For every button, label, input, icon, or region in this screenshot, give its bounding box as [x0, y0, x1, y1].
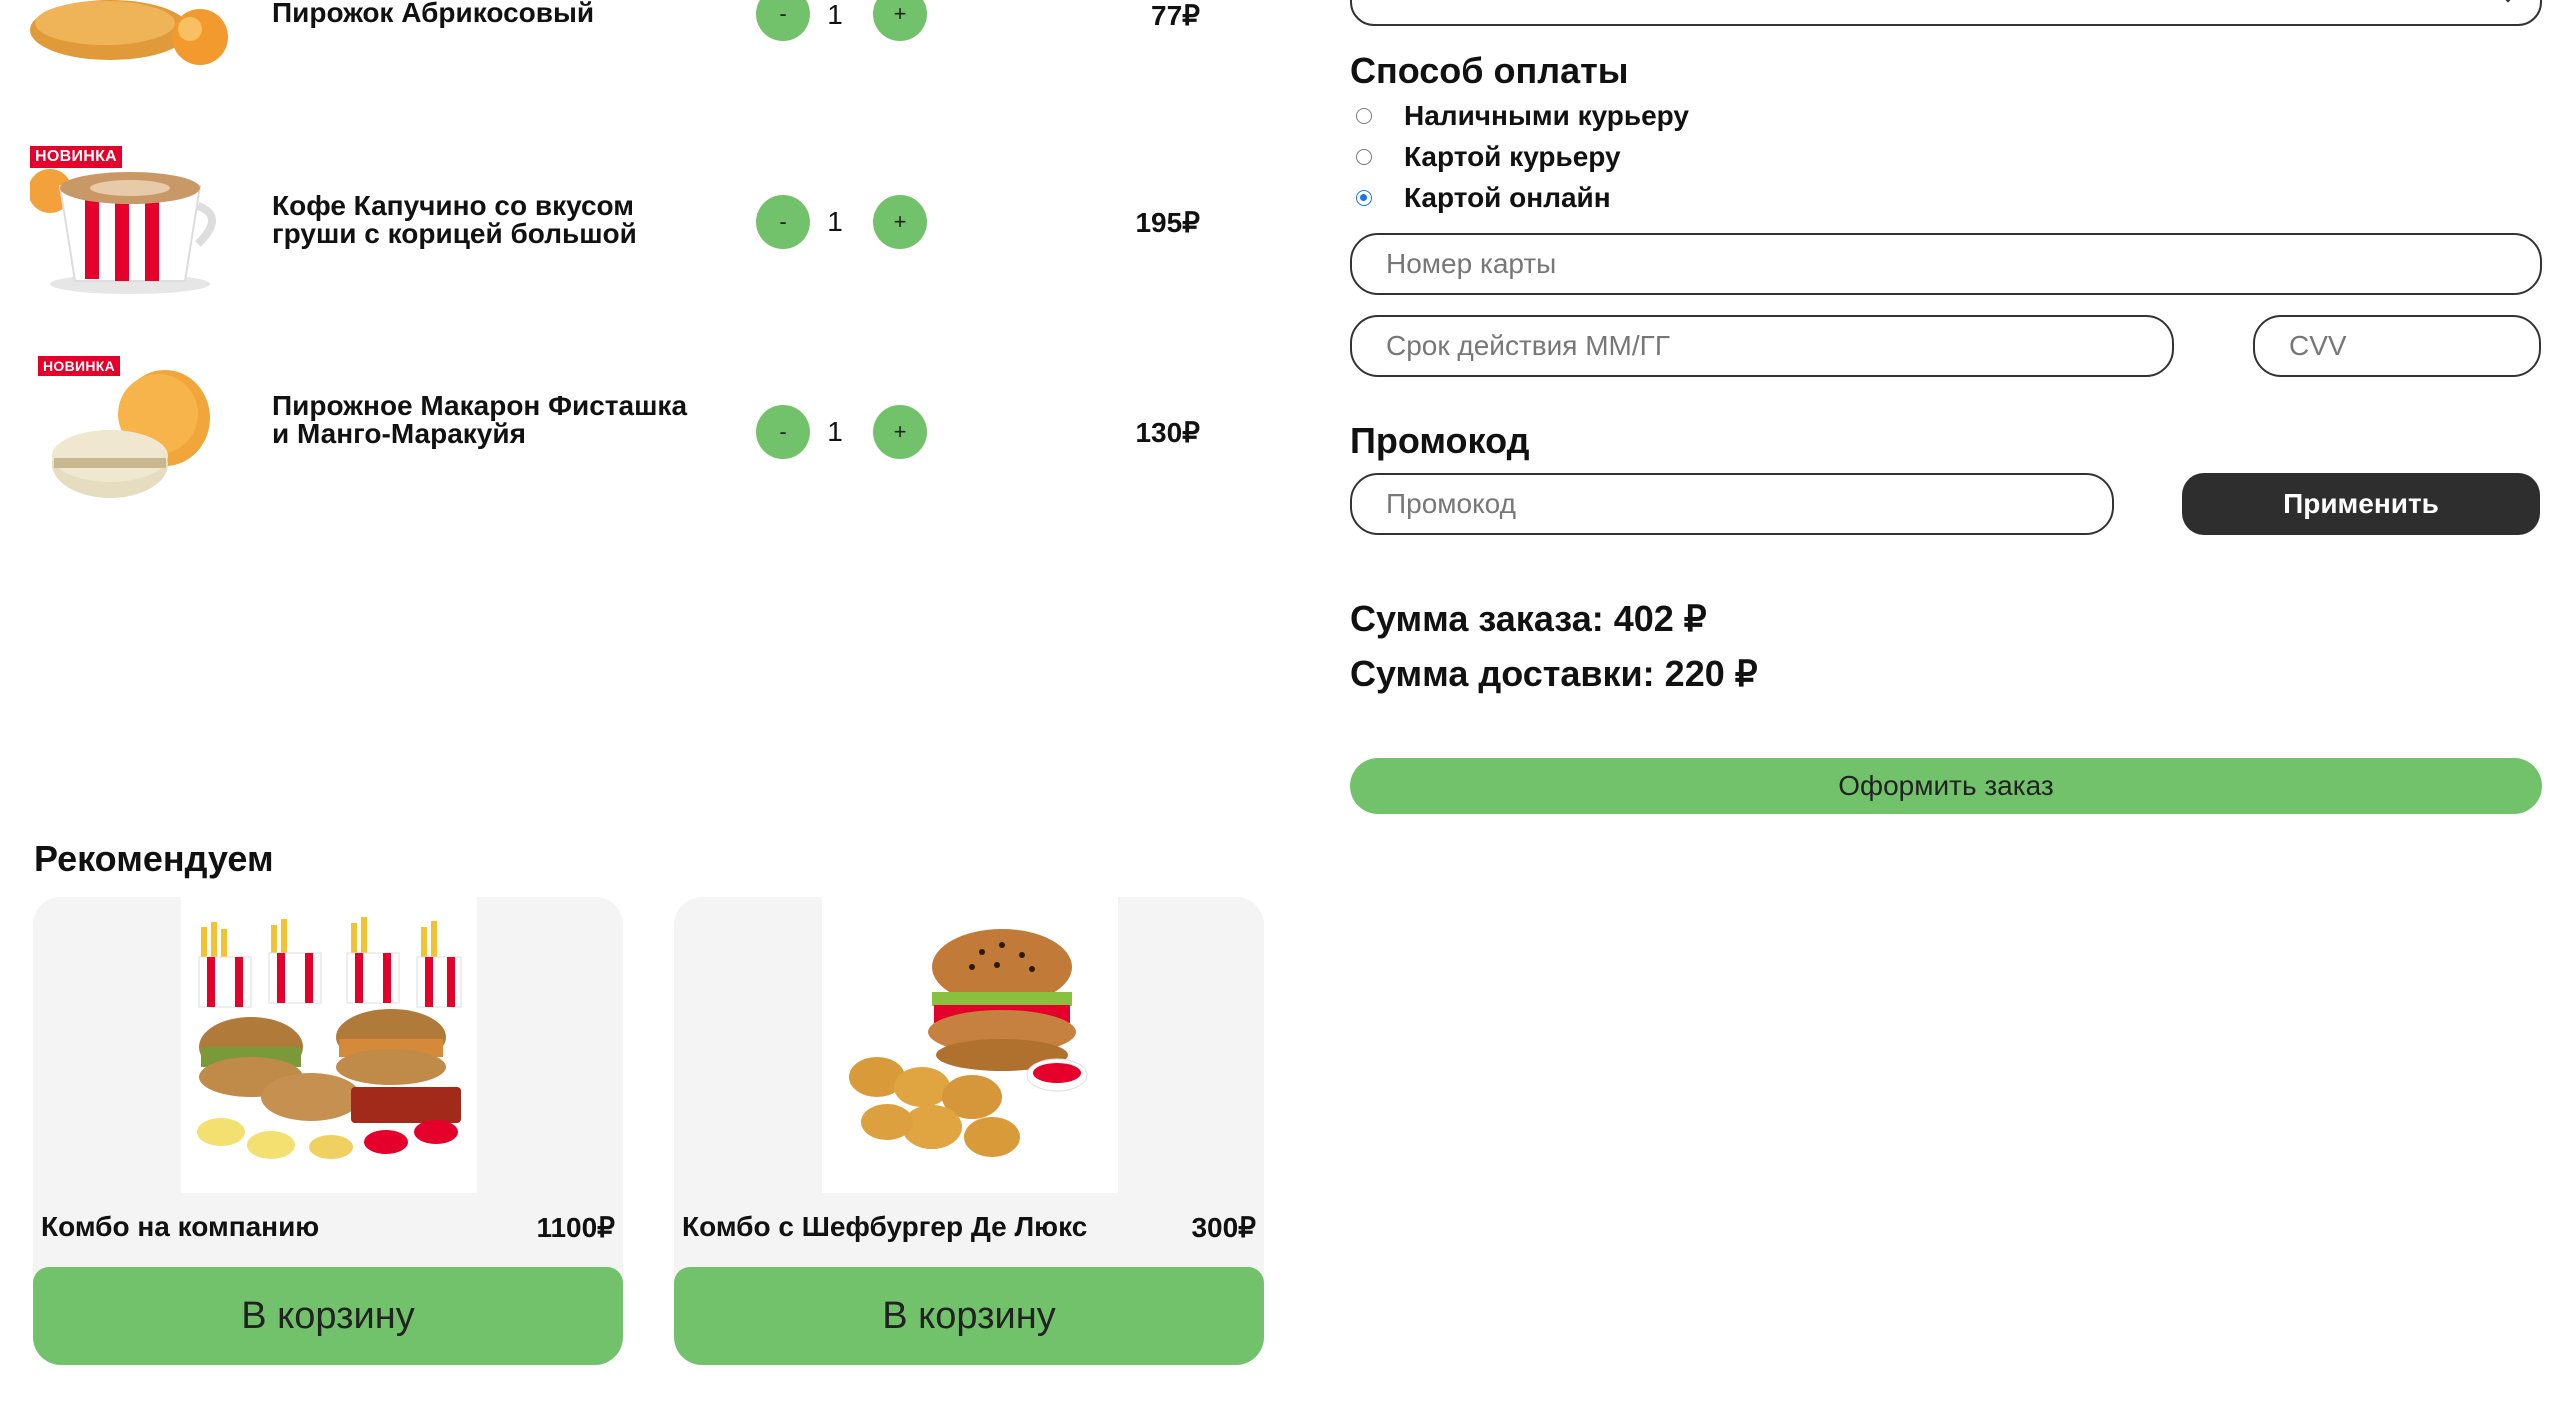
item-name: Пирожное Макарон Фисташка и Манго-Мараку… [272, 390, 688, 449]
qty-value: 1 [827, 0, 843, 30]
combo-company-image [181, 897, 477, 1193]
chevron-down-icon [2499, 0, 2517, 3]
item-name: Пирожок Абрикосовый [272, 0, 595, 28]
delivery-sum: Сумма доставки: 220 ₽ [1350, 653, 1758, 694]
cart-item: НОВИНКА Кофе Капучино со вкусом груши с … [30, 146, 1200, 296]
radio-button[interactable] [1356, 149, 1372, 165]
recommend-name: Комбо с Шефбургер Де Люкс [682, 1211, 1088, 1242]
radio-label: Наличными курьеру [1404, 100, 1689, 131]
recommend-price: 1100₽ [536, 1212, 615, 1243]
qty-value: 1 [827, 206, 843, 237]
new-badge: НОВИНКА [38, 356, 121, 376]
card-expiry-input[interactable] [1350, 315, 2174, 377]
radio-label: Картой курьеру [1404, 141, 1621, 172]
cart-item: Пирожок Абрикосовый - 1 + 77₽ [30, 0, 1200, 75]
item-price: 195₽ [1135, 207, 1200, 238]
increase-qty-button[interactable]: + [873, 405, 927, 459]
decrease-qty-button[interactable]: - [756, 0, 810, 41]
macaron-image: НОВИНКА [30, 356, 230, 506]
recommend-price: 300₽ [1191, 1212, 1256, 1243]
payment-option-card-courier[interactable]: Картой курьеру [1356, 139, 1621, 175]
increase-qty-button[interactable]: + [873, 195, 927, 249]
promo-title: Промокод [1350, 420, 1530, 461]
radio-label: Картой онлайн [1404, 182, 1611, 213]
checkout-button[interactable]: Оформить заказ [1350, 758, 2542, 814]
order-sum: Сумма заказа: 402 ₽ [1350, 598, 1707, 639]
payment-title: Способ оплаты [1350, 50, 1629, 91]
payment-option-cash[interactable]: Наличными курьеру [1356, 98, 1689, 134]
add-to-cart-button[interactable]: В корзину [33, 1267, 623, 1365]
recommend-card: Комбо на компанию 1100₽ В корзину [33, 897, 623, 1365]
item-name: Кофе Капучино со вкусом груши с корицей … [272, 190, 637, 249]
cappuccino-cup-image: НОВИНКА [30, 146, 230, 296]
payment-option-card-online[interactable]: Картой онлайн [1356, 180, 1611, 216]
recommend-name: Комбо на компанию [41, 1211, 320, 1242]
increase-qty-button[interactable]: + [873, 0, 927, 41]
add-to-cart-button[interactable]: В корзину [674, 1267, 1264, 1365]
apricot-pie-image [30, 0, 230, 75]
recommend-card: Комбо с Шефбургер Де Люкс 300₽ В корзину [674, 897, 1264, 1365]
card-cvv-input[interactable] [2253, 315, 2541, 377]
item-price: 77₽ [1151, 0, 1200, 31]
delivery-address-select[interactable] [1350, 0, 2542, 26]
radio-button[interactable] [1356, 108, 1372, 124]
qty-value: 1 [827, 416, 843, 447]
decrease-qty-button[interactable]: - [756, 405, 810, 459]
decrease-qty-button[interactable]: - [756, 195, 810, 249]
promo-code-input[interactable] [1350, 473, 2114, 535]
cart-item: НОВИНКА Пирожное Макарон Фисташка и Манг… [30, 356, 1200, 506]
combo-chefburger-image [822, 897, 1118, 1193]
recommend-title: Рекомендуем [34, 838, 274, 879]
radio-button-checked[interactable] [1356, 190, 1372, 206]
new-badge: НОВИНКА [30, 146, 123, 168]
apply-promo-button[interactable]: Применить [2182, 473, 2540, 535]
item-price: 130₽ [1135, 417, 1200, 448]
card-number-input[interactable] [1350, 233, 2542, 295]
